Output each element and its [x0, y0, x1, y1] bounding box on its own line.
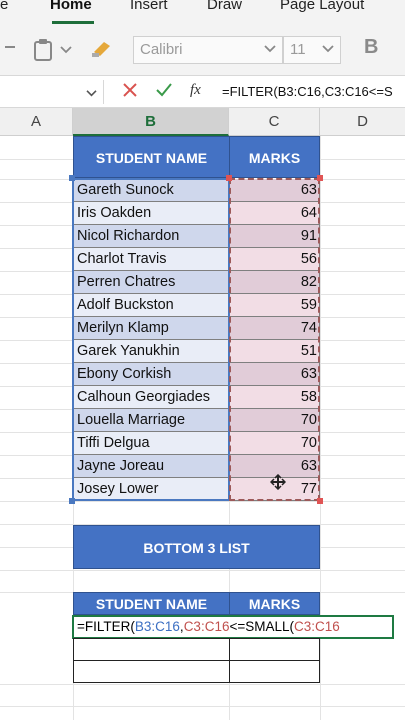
- selection-handle[interactable]: [317, 175, 323, 181]
- name-box-chevron-down-icon[interactable]: [86, 85, 97, 103]
- bottom-3-title[interactable]: BOTTOM 3 LIST: [73, 525, 320, 569]
- tab-file[interactable]: e: [0, 0, 8, 13]
- bottom-cell[interactable]: [73, 660, 230, 683]
- marks-cell[interactable]: 58: [229, 386, 320, 409]
- grid-line: [0, 684, 405, 685]
- name-box[interactable]: [0, 80, 104, 104]
- font-size-chevron-down-icon[interactable]: [322, 41, 334, 58]
- bottom-cell[interactable]: [229, 638, 320, 661]
- font-name-value: Calibri: [140, 41, 183, 58]
- paste-icon[interactable]: [32, 38, 54, 67]
- formula-input[interactable]: =FILTER(B3:C16,C3:C16<=S: [222, 84, 393, 99]
- marks-cell[interactable]: 82: [229, 271, 320, 294]
- grid-line: [0, 501, 405, 502]
- column-header-c[interactable]: C: [229, 108, 320, 136]
- student-name-cell[interactable]: Merilyn Klamp: [73, 317, 229, 340]
- formula-part: =FILTER(: [77, 619, 135, 634]
- student-name-cell[interactable]: Tiffi Delgua: [73, 432, 229, 455]
- formula-ref-marks: C3:C16: [183, 619, 230, 634]
- selection-handle[interactable]: [69, 498, 75, 504]
- marks-cell[interactable]: 63: [229, 179, 320, 202]
- bottom-student-name-header[interactable]: STUDENT NAME: [73, 592, 230, 615]
- column-header-b[interactable]: B: [73, 108, 229, 136]
- marks-cell[interactable]: 56: [229, 248, 320, 271]
- column-header-bar: A B C D: [0, 108, 405, 136]
- formula-part: <=SMALL(: [229, 619, 295, 634]
- marks-cell[interactable]: 51: [229, 340, 320, 363]
- marks-cell[interactable]: 70: [229, 432, 320, 455]
- font-name-chevron-down-icon[interactable]: [264, 41, 276, 58]
- student-name-header[interactable]: STUDENT NAME: [73, 136, 230, 178]
- formula-ref-names: B3:C16: [134, 619, 180, 634]
- selection-handle[interactable]: [317, 498, 323, 504]
- active-tab-indicator: [52, 21, 94, 24]
- tab-home[interactable]: Home: [50, 0, 92, 13]
- move-cursor-icon: [269, 473, 287, 495]
- bottom-marks-header[interactable]: MARKS: [229, 592, 320, 615]
- student-name-cell[interactable]: Ebony Corkish: [73, 363, 229, 386]
- student-name-cell[interactable]: Nicol Richardon: [73, 225, 229, 248]
- grid-line: [0, 706, 405, 707]
- student-name-cell[interactable]: Perren Chatres: [73, 271, 229, 294]
- student-name-cell[interactable]: Louella Marriage: [73, 409, 229, 432]
- selection-handle[interactable]: [226, 175, 232, 181]
- grid-line: [0, 570, 405, 571]
- cancel-icon[interactable]: [122, 82, 138, 102]
- column-header-d[interactable]: D: [320, 108, 405, 136]
- font-size-value: 11: [290, 41, 306, 58]
- paste-dropdown-icon[interactable]: [60, 42, 72, 60]
- tab-draw[interactable]: Draw: [207, 0, 242, 13]
- student-name-cell[interactable]: Charlot Travis: [73, 248, 229, 271]
- marks-header[interactable]: MARKS: [229, 136, 320, 178]
- enter-check-icon[interactable]: [155, 82, 173, 102]
- student-name-cell[interactable]: Iris Oakden: [73, 202, 229, 225]
- font-name-box[interactable]: Calibri: [133, 36, 283, 64]
- formula-bar: fx =FILTER(B3:C16,C3:C16<=S: [0, 75, 405, 108]
- cell-edit-input[interactable]: =FILTER(B3:C16,C3:C16<=SMALL(C3:C16: [72, 615, 394, 639]
- formula-ref-marks-small: C3:C16: [294, 619, 340, 634]
- student-name-cell[interactable]: Calhoun Georgiades: [73, 386, 229, 409]
- selection-handle[interactable]: [69, 175, 75, 181]
- marks-cell[interactable]: 74: [229, 317, 320, 340]
- student-name-cell[interactable]: Gareth Sunock: [73, 179, 229, 202]
- student-name-cell[interactable]: Jayne Joreau: [73, 455, 229, 478]
- insert-function-icon[interactable]: fx: [190, 82, 201, 99]
- marks-cell[interactable]: 63: [229, 363, 320, 386]
- bottom-cell[interactable]: [229, 660, 320, 683]
- tab-insert[interactable]: Insert: [130, 0, 168, 13]
- column-header-a[interactable]: A: [0, 108, 73, 136]
- format-painter-small-icon[interactable]: [4, 40, 16, 57]
- marks-cell[interactable]: 64: [229, 202, 320, 225]
- font-size-box[interactable]: 11: [283, 36, 341, 64]
- format-painter-icon[interactable]: [90, 38, 114, 65]
- bold-button[interactable]: B: [364, 36, 378, 59]
- marks-cell[interactable]: 70: [229, 409, 320, 432]
- tab-page-layout[interactable]: Page Layout: [280, 0, 364, 13]
- bottom-cell[interactable]: [73, 638, 230, 661]
- marks-cell[interactable]: 59: [229, 294, 320, 317]
- student-name-cell[interactable]: Josey Lower: [73, 478, 229, 501]
- student-name-cell[interactable]: Adolf Buckston: [73, 294, 229, 317]
- student-name-cell[interactable]: Garek Yanukhin: [73, 340, 229, 363]
- marks-cell[interactable]: 91: [229, 225, 320, 248]
- ribbon: e Home Insert Draw Page Layout Calibri 1…: [0, 0, 405, 75]
